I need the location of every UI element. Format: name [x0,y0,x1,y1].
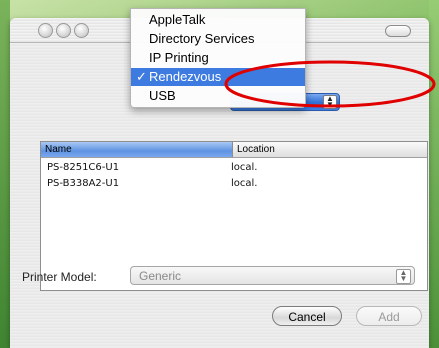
list-header: Name Location [41,142,427,158]
menu-item-appletalk[interactable]: AppleTalk [131,11,305,29]
printer-row[interactable]: PS-8251C6-U1 local. [41,160,427,176]
menu-item-directory-services[interactable]: Directory Services [131,30,305,48]
printer-location: local. [231,162,258,173]
printer-name: PS-8251C6-U1 [47,162,120,173]
printer-model-label: Printer Model: [22,270,97,284]
printer-name: PS-B338A2-U1 [47,178,120,189]
red-annotation-ellipse [224,60,436,108]
toolbar-toggle-button[interactable] [385,25,411,37]
desktop-background-right [429,0,439,348]
printer-location: local. [231,178,258,189]
cancel-button[interactable]: Cancel [272,306,342,326]
checkmark-icon: ✓ [136,69,147,84]
printer-model-select[interactable]: Generic ▲ ▼ [130,266,415,285]
zoom-window-icon[interactable] [74,23,89,38]
add-button[interactable]: Add [356,306,422,326]
printer-row[interactable]: PS-B338A2-U1 local. [41,176,427,192]
printer-model-value: Generic [139,269,182,283]
minimize-window-icon[interactable] [56,23,71,38]
column-header-location[interactable]: Location [233,142,427,157]
select-arrows-icon: ▲ ▼ [396,269,411,284]
desktop-background-left [0,0,10,348]
column-header-name[interactable]: Name [41,142,233,157]
close-window-icon[interactable] [38,23,53,38]
